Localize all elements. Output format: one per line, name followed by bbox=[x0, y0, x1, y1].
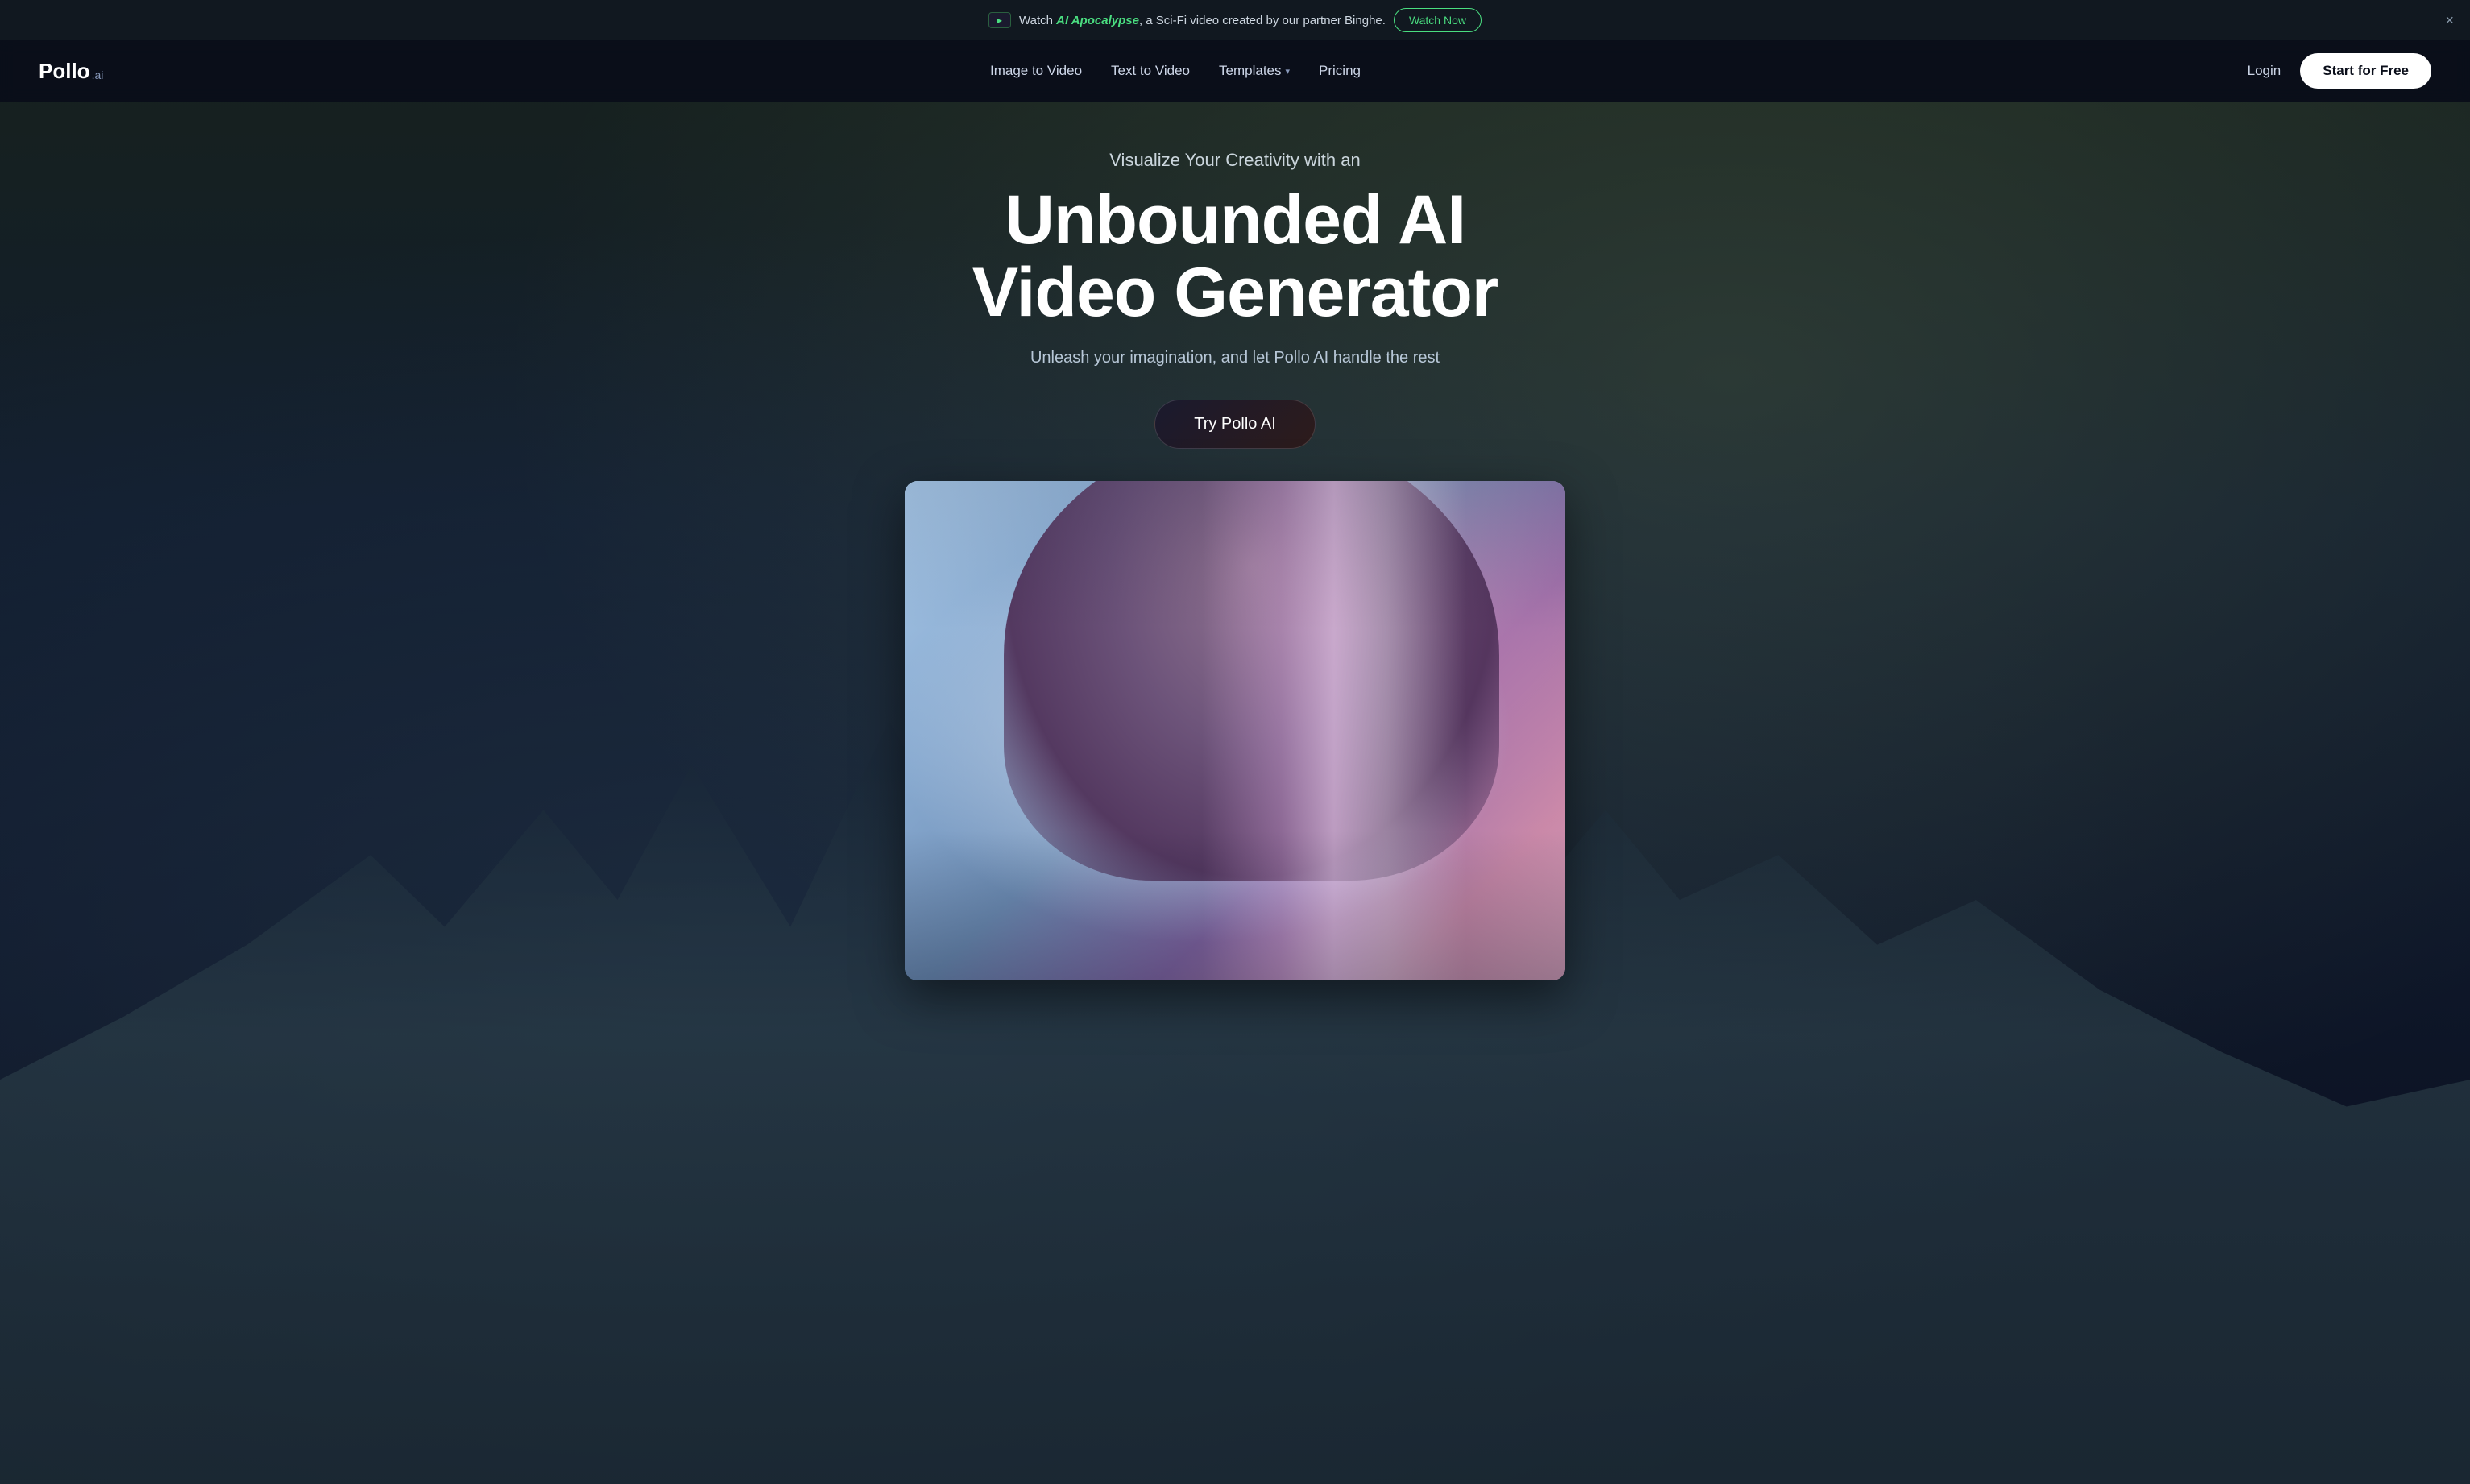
hero-video-preview[interactable] bbox=[905, 481, 1565, 980]
login-link[interactable]: Login bbox=[2248, 63, 2281, 79]
logo-suffix: .ai bbox=[92, 68, 104, 81]
hero-content: Visualize Your Creativity with an Unboun… bbox=[872, 102, 1598, 449]
close-announcement-button[interactable]: × bbox=[2445, 13, 2454, 27]
video-preview-inner bbox=[905, 481, 1565, 980]
logo-text: Pollo bbox=[39, 59, 90, 84]
nav-pricing[interactable]: Pricing bbox=[1319, 63, 1361, 78]
announcement-text: Watch AI Apocalypse, a Sci-Fi video crea… bbox=[1019, 14, 1386, 27]
navbar: Pollo.ai Image to Video Text to Video Te… bbox=[0, 40, 2470, 102]
hero-section: Visualize Your Creativity with an Unboun… bbox=[0, 102, 2470, 1484]
announcement-highlight: AI Apocalypse bbox=[1056, 14, 1139, 27]
nav-right: Login Start for Free bbox=[2248, 53, 2431, 89]
announcement-bar: Watch AI Apocalypse, a Sci-Fi video crea… bbox=[0, 0, 2470, 40]
nav-templates[interactable]: Templates ▾ bbox=[1219, 63, 1290, 79]
hero-title-line2: Video Generator bbox=[972, 254, 1498, 331]
announcement-pre-text: Watch bbox=[1019, 14, 1056, 27]
nav-image-to-video[interactable]: Image to Video bbox=[990, 63, 1082, 78]
start-free-button[interactable]: Start for Free bbox=[2300, 53, 2431, 89]
hero-subtitle: Visualize Your Creativity with an bbox=[872, 150, 1598, 171]
hero-description: Unleash your imagination, and let Pollo … bbox=[872, 349, 1598, 367]
watch-now-button[interactable]: Watch Now bbox=[1394, 8, 1482, 32]
logo[interactable]: Pollo.ai bbox=[39, 59, 103, 84]
nav-links: Image to Video Text to Video Templates ▾… bbox=[990, 63, 1361, 79]
nav-text-to-video[interactable]: Text to Video bbox=[1111, 63, 1190, 78]
video-icon bbox=[988, 12, 1011, 28]
try-pollo-button[interactable]: Try Pollo AI bbox=[1154, 400, 1316, 449]
hero-title-line1: Unbounded AI bbox=[1005, 181, 1465, 259]
hero-title: Unbounded AI Video Generator bbox=[872, 184, 1598, 330]
chevron-down-icon: ▾ bbox=[1286, 66, 1291, 77]
announcement-post-text: , a Sci-Fi video created by our partner … bbox=[1139, 14, 1386, 27]
nav-templates-label: Templates bbox=[1219, 63, 1281, 79]
video-overlay bbox=[905, 481, 1565, 980]
